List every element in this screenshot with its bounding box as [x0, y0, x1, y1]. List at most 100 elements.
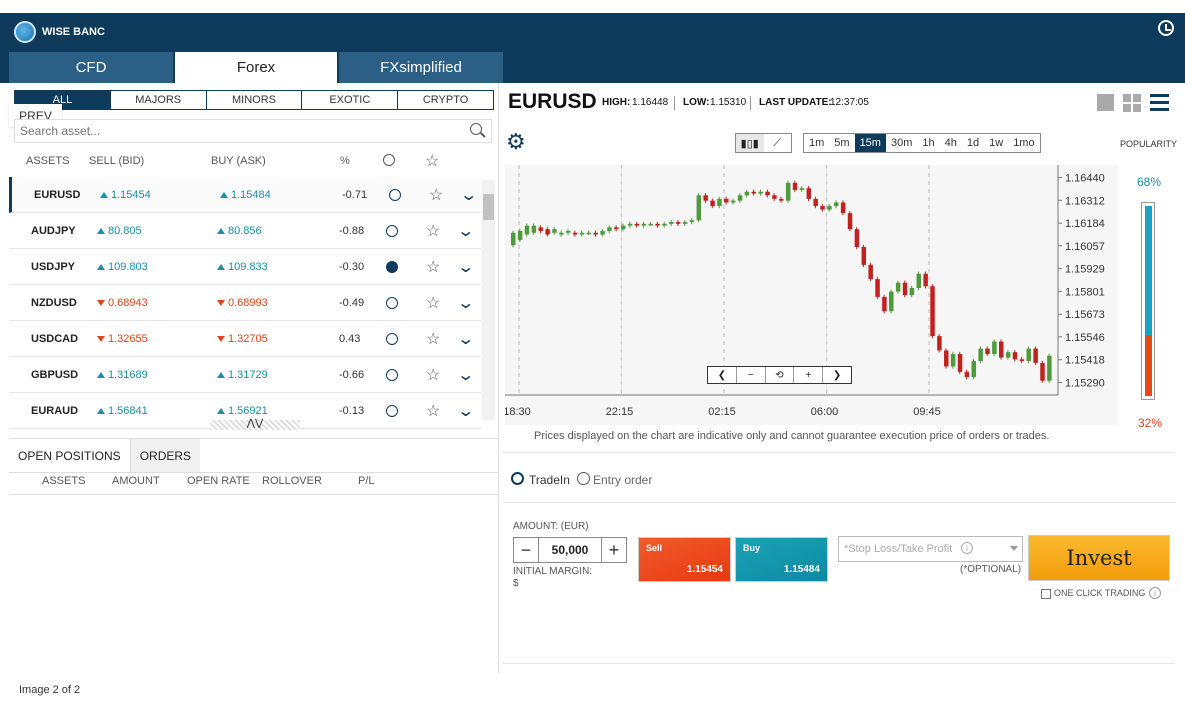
candle — [813, 198, 818, 207]
asset-symbol: NZDUSD — [31, 296, 77, 309]
category-majors[interactable]: MAJORS — [109, 91, 206, 109]
candle — [847, 213, 853, 230]
star-icon[interactable]: ☆ — [429, 185, 443, 205]
asset-ask[interactable]: 1.32705 — [217, 333, 268, 345]
asset-ask[interactable]: 1.31729 — [217, 369, 268, 381]
chart-zoom-in-button[interactable]: + — [793, 367, 822, 383]
asset-row[interactable]: USDCAD 1.32655 1.32705 0.43 ☆ ⌄ — [9, 321, 481, 357]
tab-cfd[interactable]: CFD — [9, 52, 173, 83]
asset-row[interactable]: AUDJPY 80.805 80.856 -0.88 ☆ ⌄ — [9, 213, 481, 249]
alarm-icon[interactable] — [389, 188, 401, 201]
clock-icon[interactable] — [1158, 20, 1174, 36]
candle — [923, 273, 928, 287]
chevron-down-icon[interactable]: ⌄ — [456, 221, 475, 241]
timeframe-1d[interactable]: 1d — [962, 134, 984, 152]
asset-bid[interactable]: 1.15454 — [100, 189, 151, 201]
category-exotic[interactable]: EXOTIC — [301, 91, 397, 109]
asset-bid[interactable]: 0.68943 — [97, 297, 148, 309]
star-icon[interactable]: ☆ — [426, 329, 440, 349]
asset-ask[interactable]: 0.68993 — [217, 297, 268, 309]
amount-input[interactable]: 50,000 — [538, 538, 602, 562]
star-icon[interactable]: ☆ — [426, 401, 440, 421]
asset-bid[interactable]: 80.805 — [97, 225, 142, 237]
category-crypto[interactable]: CRYPTO — [397, 91, 493, 109]
chart-reset-button[interactable]: ⟲ — [764, 367, 794, 383]
amount-plus-button[interactable]: + — [602, 538, 626, 562]
alarm-icon[interactable] — [386, 368, 398, 381]
timeframe-30m[interactable]: 30m — [886, 134, 917, 152]
asset-ask[interactable]: 1.15484 — [220, 189, 271, 201]
asset-row[interactable]: USDJPY 109.803 109.833 -0.30 ☆ ⌄ — [9, 249, 481, 285]
chevron-down-icon[interactable]: ⌄ — [456, 401, 475, 421]
asset-bid[interactable]: 109.803 — [97, 261, 148, 273]
price-chart[interactable]: 1.16440 1.16312 1.16184 1.16057 1.15929 1.158… — [503, 165, 1118, 425]
star-icon[interactable]: ☆ — [426, 365, 440, 385]
chart-zoom-out-button[interactable]: − — [735, 367, 765, 383]
timeframe-4h[interactable]: 4h — [940, 134, 962, 152]
line-chart-icon[interactable]: ⟋ — [764, 134, 792, 152]
one-click-checkbox[interactable] — [1041, 589, 1051, 599]
asset-row[interactable]: GBPUSD 1.31689 1.31729 -0.66 ☆ ⌄ — [9, 357, 481, 393]
asset-ask[interactable]: 1.56921 — [217, 405, 268, 417]
chevron-down-icon[interactable]: ⌄ — [456, 365, 475, 385]
alarm-icon[interactable] — [386, 260, 398, 273]
view-list-icon[interactable] — [1150, 94, 1169, 111]
chevron-down-icon[interactable] — [1010, 546, 1018, 551]
candlestick-chart[interactable]: 1.16440 1.16312 1.16184 1.16057 1.15929 1.158… — [503, 165, 1118, 425]
asset-row[interactable]: EURUSD 1.15454 1.15484 -0.71 ☆ ⌄ — [9, 177, 481, 213]
timeframe-15m[interactable]: 15m — [854, 134, 886, 152]
category-minors[interactable]: MINORS — [205, 91, 302, 109]
tab-open-positions[interactable]: OPEN POSITIONS — [9, 439, 130, 472]
asset-bid[interactable]: 1.31689 — [97, 369, 148, 381]
timeframe-5m[interactable]: 5m — [829, 134, 854, 152]
view-grid-icon[interactable] — [1123, 94, 1141, 112]
timeframe-1w[interactable]: 1w — [984, 134, 1008, 152]
view-single-icon[interactable] — [1097, 94, 1114, 111]
info-icon[interactable]: i — [961, 542, 973, 554]
entry-order-radio[interactable] — [577, 472, 590, 485]
alarm-icon[interactable] — [386, 332, 398, 345]
tab-forex[interactable]: Forex — [175, 52, 337, 83]
star-icon[interactable]: ☆ — [426, 221, 440, 241]
tab-orders[interactable]: ORDERS — [129, 439, 201, 472]
sell-button[interactable]: Sell 1.15454 — [638, 537, 731, 582]
alarm-icon[interactable] — [386, 404, 398, 417]
info-icon[interactable]: i — [1149, 587, 1161, 599]
asset-ask[interactable]: 109.833 — [217, 261, 268, 273]
timeframe-1h[interactable]: 1h — [917, 134, 939, 152]
x-tick-label: 06:00 — [811, 406, 839, 418]
chevron-down-icon[interactable]: ⌄ — [456, 329, 475, 349]
asset-bid[interactable]: 1.56841 — [97, 405, 148, 417]
resize-handle[interactable]: ⋀⋁ — [210, 419, 300, 430]
buy-button[interactable]: Buy 1.15484 — [735, 537, 828, 582]
timeframe-1m[interactable]: 1m — [804, 134, 829, 152]
scrollbar-thumb[interactable] — [483, 194, 494, 220]
stop-loss-take-profit-select[interactable]: *Stop Loss/Take Profit — [838, 536, 1023, 562]
search-input[interactable] — [14, 119, 492, 143]
candle — [517, 230, 523, 240]
star-icon[interactable]: ☆ — [426, 293, 440, 313]
candlestick-icon[interactable]: ▮▯▮ — [736, 134, 764, 152]
timeframe-1mo[interactable]: 1mo — [1008, 134, 1039, 152]
star-icon[interactable]: ☆ — [426, 257, 440, 277]
tab-fxsimplified[interactable]: FXsimplified — [339, 52, 503, 83]
chart-prev-button[interactable]: ❮ — [708, 367, 736, 383]
gear-icon[interactable]: ⚙ — [506, 131, 526, 153]
candle — [806, 188, 812, 199]
candle — [572, 232, 578, 235]
amount-minus-button[interactable]: − — [514, 538, 538, 562]
candle — [655, 223, 660, 226]
asset-change: 0.43 — [339, 332, 361, 345]
chevron-down-icon[interactable]: ⌄ — [456, 257, 475, 277]
alarm-icon[interactable] — [386, 296, 398, 309]
alarm-icon[interactable] — [386, 224, 398, 237]
chevron-down-icon[interactable]: ⌄ — [459, 185, 478, 205]
asset-bid[interactable]: 1.32655 — [97, 333, 148, 345]
asset-row[interactable]: NZDUSD 0.68943 0.68993 -0.49 ☆ ⌄ — [9, 285, 481, 321]
tradein-radio[interactable] — [511, 472, 524, 485]
asset-ask[interactable]: 80.856 — [217, 225, 262, 237]
chart-next-button[interactable]: ❯ — [822, 367, 851, 383]
invest-button[interactable]: Invest — [1028, 535, 1170, 581]
search-icon[interactable] — [470, 123, 482, 135]
chevron-down-icon[interactable]: ⌄ — [456, 293, 475, 313]
